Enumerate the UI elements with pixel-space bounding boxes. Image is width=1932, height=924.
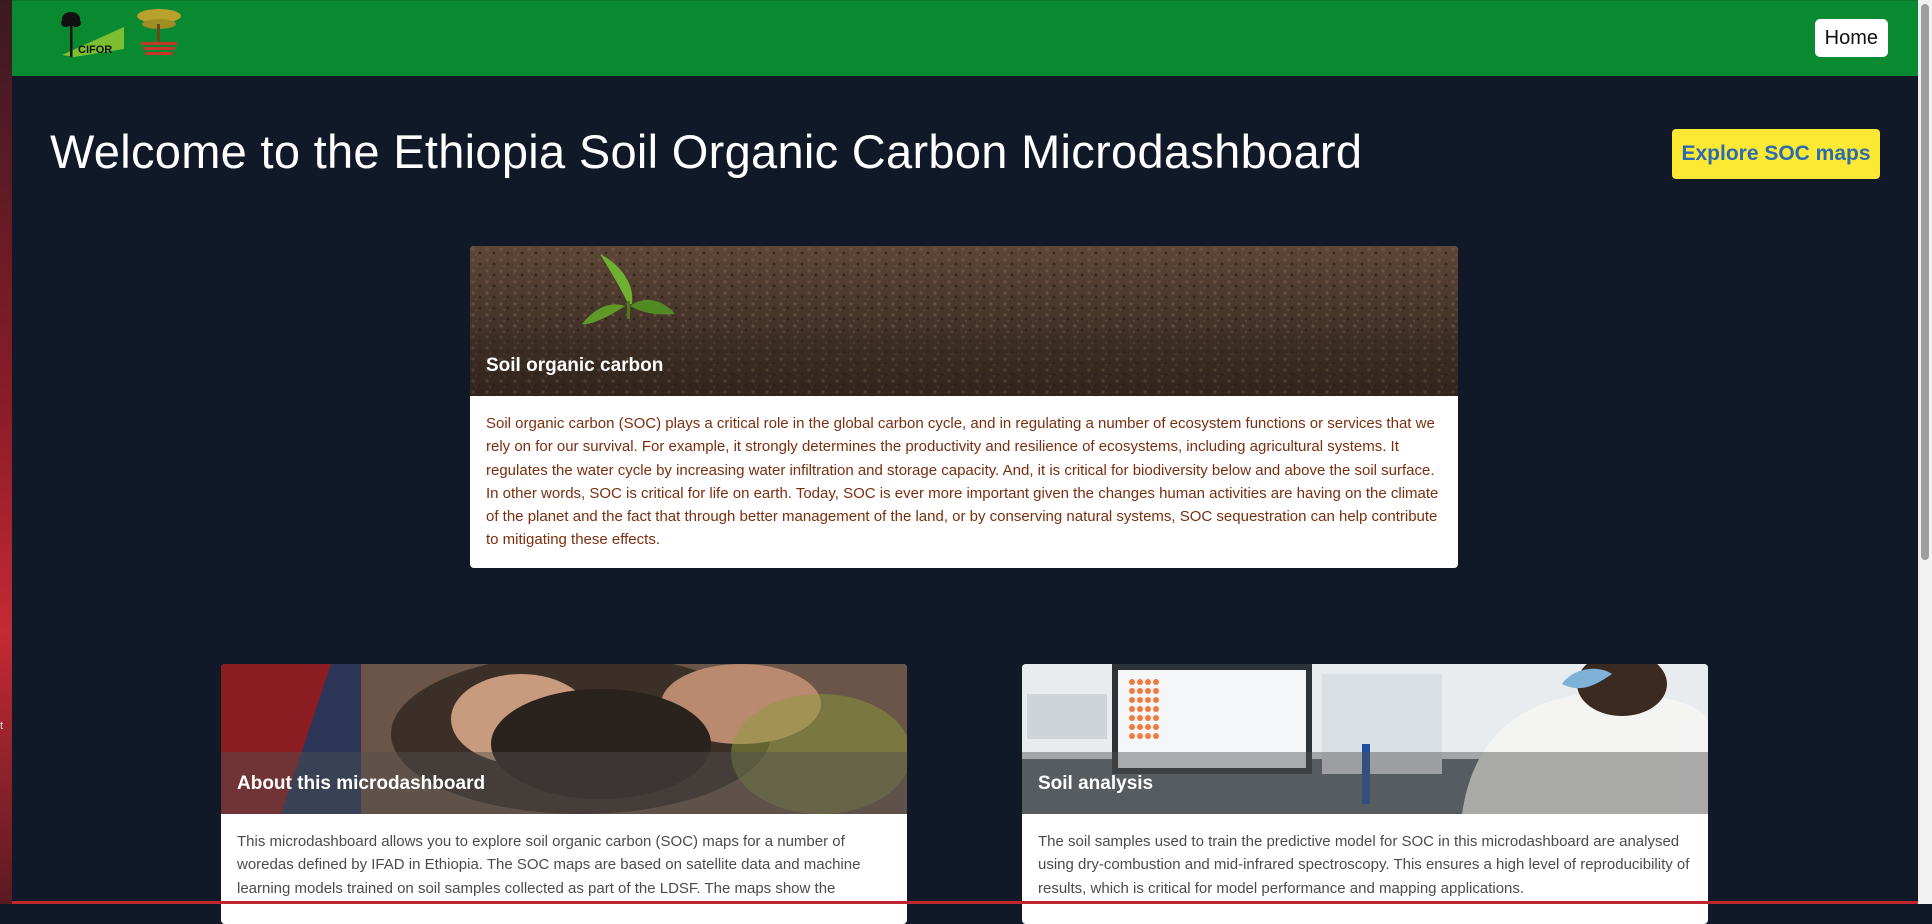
soc-card-image: Soil organic carbon xyxy=(470,246,1458,396)
top-navbar: CIFOR Home xyxy=(12,0,1918,76)
vertical-scrollbar[interactable] xyxy=(1918,0,1932,904)
analysis-card-image: Soil analysis xyxy=(1022,664,1708,814)
background-window-edge: t xyxy=(0,0,12,904)
soc-card-text: Soil organic carbon (SOC) plays a critic… xyxy=(486,415,1439,549)
svg-text:CIFOR: CIFOR xyxy=(78,44,112,56)
home-button[interactable]: Home xyxy=(1814,19,1888,57)
about-card-title: About this microdashboard xyxy=(237,773,486,794)
about-card-caption: About this microdashboard xyxy=(221,752,907,814)
soc-card-title: Soil organic carbon xyxy=(486,355,664,376)
analysis-card-caption: Soil analysis xyxy=(1022,752,1708,814)
explore-soc-maps-button[interactable]: Explore SOC maps xyxy=(1672,129,1880,179)
soc-card-caption: Soil organic carbon xyxy=(470,334,1458,396)
analysis-card: Soil analysis The soil samples used to t… xyxy=(1022,664,1708,924)
edge-glyph: t xyxy=(0,720,4,732)
cifor-logo[interactable]: CIFOR xyxy=(54,7,124,57)
about-card: About this microdashboard This microdash… xyxy=(221,664,907,924)
about-card-image: About this microdashboard xyxy=(221,664,907,814)
soc-card: Soil organic carbon Soil organic carbon … xyxy=(470,246,1458,568)
cifor-tree-icon: CIFOR xyxy=(61,12,124,57)
analysis-card-title: Soil analysis xyxy=(1038,773,1154,794)
scrollbar-thumb[interactable] xyxy=(1921,4,1929,560)
page-title: Welcome to the Ethiopia Soil Organic Car… xyxy=(50,125,1363,178)
acacia-tree-icon xyxy=(137,9,181,55)
ldsf-logo[interactable] xyxy=(129,6,189,58)
